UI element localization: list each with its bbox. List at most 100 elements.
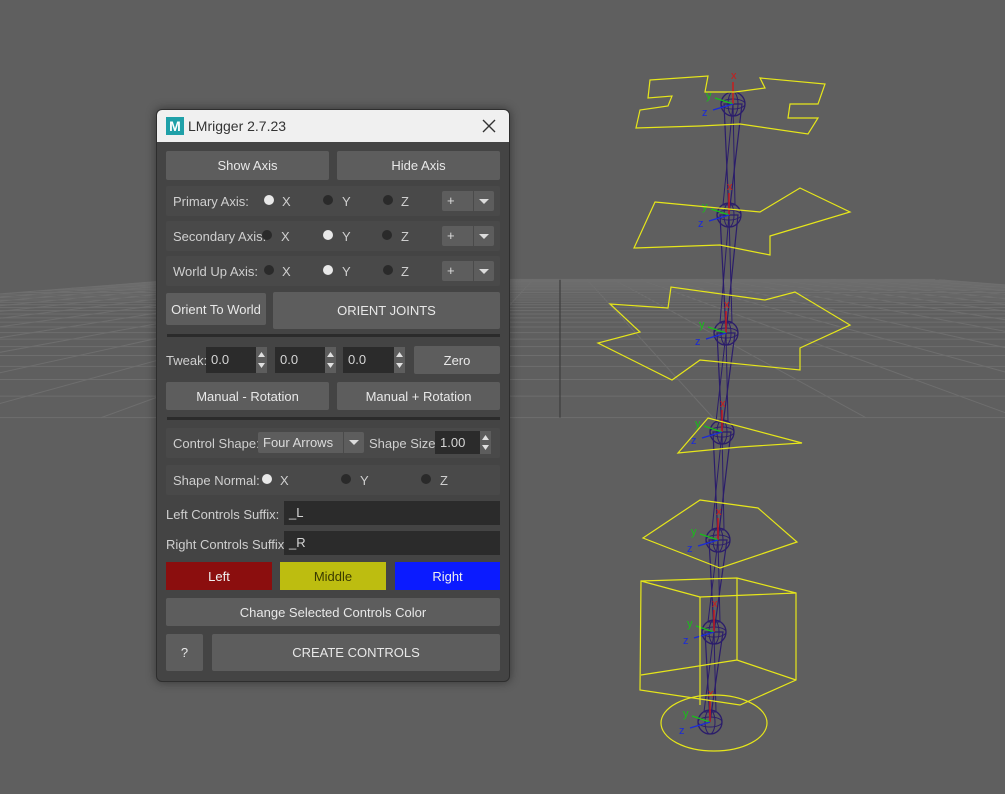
- secondary-axis-sign-dropdown[interactable]: +: [442, 226, 494, 246]
- control-shape-label: Control Shape:: [173, 436, 260, 451]
- control-shape-value: Four Arrows: [263, 435, 334, 450]
- world-up-axis-z-label: Z: [401, 264, 409, 279]
- cube-edge: [640, 659, 797, 681]
- world-up-axis-y-radio[interactable]: [323, 265, 333, 275]
- y-axis-letter: y: [683, 708, 689, 720]
- chevron-down-icon: [473, 191, 489, 211]
- secondary-axis-z-label: Z: [401, 229, 409, 244]
- x-axis-letter: x: [712, 598, 718, 610]
- x-axis-letter: x: [727, 181, 733, 193]
- secondary-axis-z-radio[interactable]: [382, 230, 392, 240]
- primary-axis-sign-value: +: [447, 193, 455, 208]
- x-axis-letter: x: [720, 398, 726, 410]
- secondary-axis-label: Secondary Axis:: [173, 229, 267, 244]
- secondary-axis-x-radio[interactable]: [262, 230, 272, 240]
- secondary-axis-sign-value: +: [447, 228, 455, 243]
- world-up-axis-sign-dropdown[interactable]: +: [442, 261, 494, 281]
- shape-normal-z-radio[interactable]: [421, 474, 431, 484]
- spinner-arrows-icon: [396, 352, 403, 368]
- z-axis-letter: z: [687, 543, 693, 555]
- world-up-axis-x-radio[interactable]: [264, 265, 274, 275]
- chevron-down-icon: [343, 432, 359, 453]
- shape-normal-label: Shape Normal:: [173, 473, 260, 488]
- hide-axis-button[interactable]: Hide Axis: [337, 151, 500, 180]
- shape-size-spinner[interactable]: [480, 431, 491, 454]
- shape-size-field[interactable]: 1.00: [435, 431, 480, 454]
- x-axis-letter: x: [708, 688, 714, 700]
- z-axis-letter: z: [679, 725, 685, 737]
- primary-axis-y-radio[interactable]: [323, 195, 333, 205]
- secondary-axis-y-label: Y: [342, 229, 351, 244]
- circle-control: [660, 694, 768, 752]
- tweak-z-spinner[interactable]: [394, 347, 405, 373]
- tweak-z-field[interactable]: 0.0: [343, 347, 394, 373]
- tweak-x-field[interactable]: 0.0: [206, 347, 256, 373]
- z-axis-letter: z: [698, 218, 704, 230]
- left-suffix-label: Left Controls Suffix:: [166, 507, 280, 522]
- y-axis-letter: y: [699, 319, 705, 331]
- world-up-axis-z-radio[interactable]: [383, 265, 393, 275]
- maya-logo-icon: M: [166, 117, 184, 135]
- show-axis-button[interactable]: Show Axis: [166, 151, 329, 180]
- primary-axis-y-label: Y: [342, 194, 351, 209]
- manual-minus-rotation-button[interactable]: Manual - Rotation: [166, 382, 329, 410]
- control-shape-dropdown[interactable]: Four Arrows: [258, 432, 364, 453]
- spinner-arrows-icon: [327, 352, 334, 368]
- square-control: [633, 187, 852, 256]
- tweak-y-field[interactable]: 0.0: [275, 347, 325, 373]
- orient-to-world-button[interactable]: Orient To World: [166, 293, 266, 325]
- y-axis-letter: y: [695, 418, 701, 430]
- primary-axis-x-radio[interactable]: [264, 195, 274, 205]
- x-axis-letter: x: [724, 299, 730, 311]
- middle-color-button[interactable]: Middle: [280, 562, 386, 590]
- rig[interactable]: xyzxyzxyzxyzxyzxyzxyz: [596, 70, 852, 752]
- left-color-button[interactable]: Left: [166, 562, 272, 590]
- separator: [167, 334, 500, 337]
- right-color-button[interactable]: Right: [395, 562, 500, 590]
- right-suffix-label: Right Controls Suffix:: [166, 537, 288, 552]
- primary-axis-label: Primary Axis:: [173, 194, 249, 209]
- primary-axis-z-label: Z: [401, 194, 409, 209]
- world-up-axis-sign-value: +: [447, 263, 455, 278]
- cube-control: [639, 577, 797, 706]
- shape-normal-y-label: Y: [360, 473, 369, 488]
- secondary-axis-y-radio[interactable]: [323, 230, 333, 240]
- lmrigger-window: M LMrigger 2.7.23 Show Axis Hide Axis Pr…: [156, 109, 510, 682]
- shape-normal-x-radio[interactable]: [262, 474, 272, 484]
- z-axis-letter: z: [702, 107, 708, 119]
- cube-edge: [640, 580, 797, 598]
- window-title: LMrigger 2.7.23: [188, 118, 287, 134]
- tweak-x-spinner[interactable]: [256, 347, 267, 373]
- title-bar[interactable]: M LMrigger 2.7.23: [157, 110, 509, 142]
- chevron-down-icon: [473, 226, 489, 246]
- left-suffix-field[interactable]: _L: [284, 501, 500, 525]
- primary-axis-sign-dropdown[interactable]: +: [442, 191, 494, 211]
- shape-normal-z-label: Z: [440, 473, 448, 488]
- primary-axis-x-label: X: [282, 194, 291, 209]
- world-up-axis-x-label: X: [282, 264, 291, 279]
- zero-button[interactable]: Zero: [414, 346, 500, 374]
- tweak-label: Tweak:: [166, 353, 208, 368]
- shape-normal-x-label: X: [280, 473, 289, 488]
- close-icon[interactable]: [479, 116, 499, 136]
- world-up-axis-y-label: Y: [342, 264, 351, 279]
- orient-joints-button[interactable]: ORIENT JOINTS: [273, 292, 500, 329]
- tweak-y-spinner[interactable]: [325, 347, 336, 373]
- help-button[interactable]: ?: [166, 634, 203, 671]
- z-axis-letter: z: [683, 635, 689, 647]
- create-controls-button[interactable]: CREATE CONTROLS: [212, 634, 500, 671]
- shape-size-label: Shape Size:: [369, 436, 440, 451]
- primary-axis-z-radio[interactable]: [383, 195, 393, 205]
- z-axis-letter: z: [695, 336, 701, 348]
- y-axis-letter: y: [691, 526, 697, 538]
- shape-normal-y-radio[interactable]: [341, 474, 351, 484]
- spinner-arrows-icon: [482, 435, 489, 450]
- manual-plus-rotation-button[interactable]: Manual + Rotation: [337, 382, 500, 410]
- x-axis-letter: x: [731, 70, 737, 82]
- change-selected-controls-color-button[interactable]: Change Selected Controls Color: [166, 598, 500, 626]
- right-suffix-field[interactable]: _R: [284, 531, 500, 555]
- separator: [167, 417, 500, 420]
- chevron-down-icon: [473, 261, 489, 281]
- spinner-arrows-icon: [258, 352, 265, 368]
- x-axis-letter: x: [716, 506, 722, 518]
